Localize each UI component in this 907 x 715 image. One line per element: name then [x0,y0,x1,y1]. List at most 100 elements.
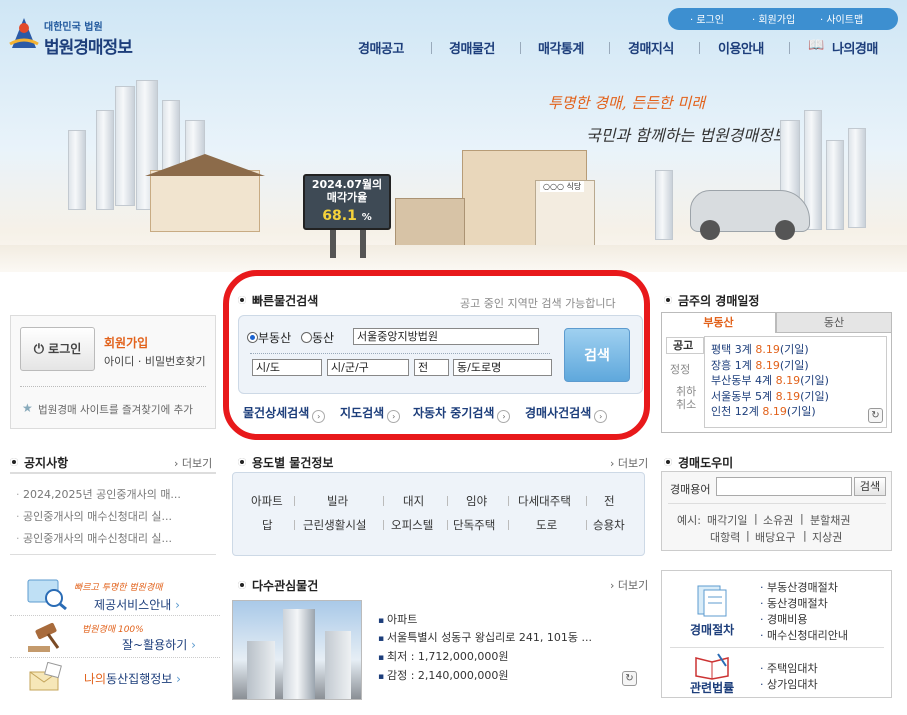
quick-link-detail[interactable]: 물건상세검색 › [243,404,326,423]
divider [383,496,384,506]
usage-field[interactable]: 전 [604,493,615,509]
popular-more-link[interactable]: › 더보기 [610,577,648,593]
usage-apartment[interactable]: 아파트 [251,493,283,509]
court-select[interactable]: 서울중앙지방법원 ▼ [353,328,539,345]
add-favorite-link[interactable]: 법원경매 사이트를 즐겨찾기에 추가 [38,402,193,417]
usage-more-link[interactable]: › 더보기 [610,455,648,471]
usage-commercial[interactable]: 근린생활시설 [303,517,366,533]
notice-item[interactable]: 공인중개사의 매수신청대리 실... [16,530,172,546]
usage-paddy[interactable]: 답 [262,517,273,533]
nav-auction-items[interactable]: 경매물건 [449,38,495,57]
divider [668,503,886,504]
nav-my-auction[interactable]: 나의경매 [832,38,878,57]
gavel-icon [24,622,68,654]
weekly-item[interactable]: 장흥 1계 8.19(기일) [711,358,886,374]
law-link[interactable]: 주택임대차 [760,660,818,676]
term-example[interactable]: 대항력 [710,529,740,545]
popular-title: 다수관심물건 [238,577,318,594]
quick-link-vehicle[interactable]: 자동차 중기검색 › [413,404,511,423]
procedure-link[interactable]: 부동산경매절차 [760,579,838,595]
divider [447,496,448,506]
notices-more-link[interactable]: › 더보기 [174,455,212,471]
law-label[interactable]: 관련법률 [690,679,734,696]
procedure-link[interactable]: 경매비용 [760,611,807,627]
divider [508,496,509,506]
weekly-list: 평택 3계 8.19(기일) 장흥 1계 8.19(기일) 부산동부 4계 8.… [704,336,887,428]
procedure-doc-icon [692,582,732,618]
top-link-signup[interactable]: · 회원가입 [752,11,795,26]
sigungu-select[interactable]: 시/군/구 ▼ [327,359,409,376]
tab-movable[interactable]: 동산 [776,312,892,333]
top-link-login[interactable]: · 로그인 [690,11,724,26]
radio-movable[interactable]: 동산 [301,329,334,346]
service-movable-execution[interactable]: 나의동산집행정보 › [10,658,220,698]
procedure-link[interactable]: 동산경매절차 [760,595,828,611]
dong-select[interactable]: 동/도로명 ▼ [453,359,552,376]
property-appraisal: 감정 : 2,140,000,000원 [378,666,509,687]
usage-forest[interactable]: 임야 [466,493,487,509]
usage-land[interactable]: 대지 [403,493,424,509]
quick-link-map[interactable]: 지도검색 › [340,404,401,423]
term-label: 경매용어 [670,483,711,496]
divider [447,520,448,530]
property-photo[interactable] [232,600,362,700]
divider [383,520,384,530]
service-provided-info[interactable]: 빠르고 투명한 법원경매 제공서비스안내 › [10,572,220,616]
notice-item[interactable]: 공인중개사의 매수신청대리 실... [16,508,172,524]
weekly-side-tab[interactable]: 정정 [670,361,690,377]
term-example[interactable]: 분할채권 [810,512,850,528]
weekly-side-tab[interactable]: 공고 [666,337,704,354]
refresh-icon[interactable]: ↻ [622,671,637,686]
radio-real-estate[interactable]: 부동산 [247,329,291,346]
nav-auction-notice[interactable]: 경매공고 [358,38,404,57]
usage-car[interactable]: 승용차 [593,517,625,533]
logo-title[interactable]: 법원경매정보 [44,33,133,58]
top-link-sitemap[interactable]: · 사이트맵 [820,11,863,26]
weekly-item[interactable]: 평택 3계 8.19(기일) [711,342,886,358]
service-how-to-use[interactable]: 법원경매 100% 잘~활용하기 › [10,616,220,658]
court-logo-icon[interactable] [8,14,40,50]
term-example[interactable]: 지상권 [812,529,842,545]
quick-link-case[interactable]: 경매사건검색 › [525,404,608,423]
law-link[interactable]: 상가임대차 [760,676,818,692]
nav-sale-stats[interactable]: 매각통계 [538,38,584,57]
property-min-price: 최저 : 1,712,000,000원 [378,647,509,668]
usage-villa[interactable]: 빌라 [327,493,348,509]
term-example[interactable]: 배당요구 [755,529,795,545]
weekly-side-tab[interactable]: 취소 [676,396,696,412]
term-example[interactable]: 소유권 [763,512,793,528]
procedure-link[interactable]: 매수신청대리안내 [760,627,848,643]
billboard-pole [360,230,366,258]
term-search-button[interactable]: 검색 [854,477,886,496]
weekly-item[interactable]: 부산동부 4계 8.19(기일) [711,373,886,389]
divider [250,353,550,354]
nav-usage-guide[interactable]: 이용안내 [718,38,764,57]
sido-select[interactable]: 시/도 ▼ [252,359,322,376]
jeon-select[interactable]: 전 ▼ [414,359,449,376]
nav-auction-knowledge[interactable]: 경매지식 [628,38,674,57]
service-label: 제공서비스안내 › [94,598,180,612]
term-input[interactable] [716,477,852,496]
notice-item[interactable]: 2024,2025년 공인중개사의 매... [16,486,181,502]
tab-real-estate[interactable]: 부동산 [661,312,776,333]
usage-multiplex[interactable]: 다세대주택 [518,493,571,509]
procedure-label[interactable]: 경매절차 [690,621,734,638]
signup-link[interactable]: 회원가입 [104,334,148,351]
usage-road[interactable]: 도로 [536,517,557,533]
term-example[interactable]: 매각기일 [707,512,747,528]
service-tagline: 법원경매 100% [82,625,144,635]
helper-title: 경매도우미 [664,454,733,471]
example-label: 예시: [677,514,701,527]
login-button[interactable]: ⏻ 로그인 [20,327,95,371]
nav-divider [609,42,610,54]
weekly-item[interactable]: 인천 12계 8.19(기일) [711,404,886,420]
quick-search-button[interactable]: 검색 [564,328,630,382]
usage-officetel[interactable]: 오피스텔 [391,517,433,533]
usage-detached[interactable]: 단독주택 [453,517,495,533]
refresh-icon[interactable]: ↻ [868,408,883,423]
weekly-item[interactable]: 서울동부 5계 8.19(기일) [711,389,886,405]
quick-search-title: 빠른물건검색 [238,292,318,309]
property-address[interactable]: 서울특별시 성동구 왕십리로 241, 101동 ... [378,628,592,649]
chevron-right-icon: › [497,410,511,423]
find-account-link[interactable]: 아이디 · 비밀번호찾기 [104,353,206,369]
